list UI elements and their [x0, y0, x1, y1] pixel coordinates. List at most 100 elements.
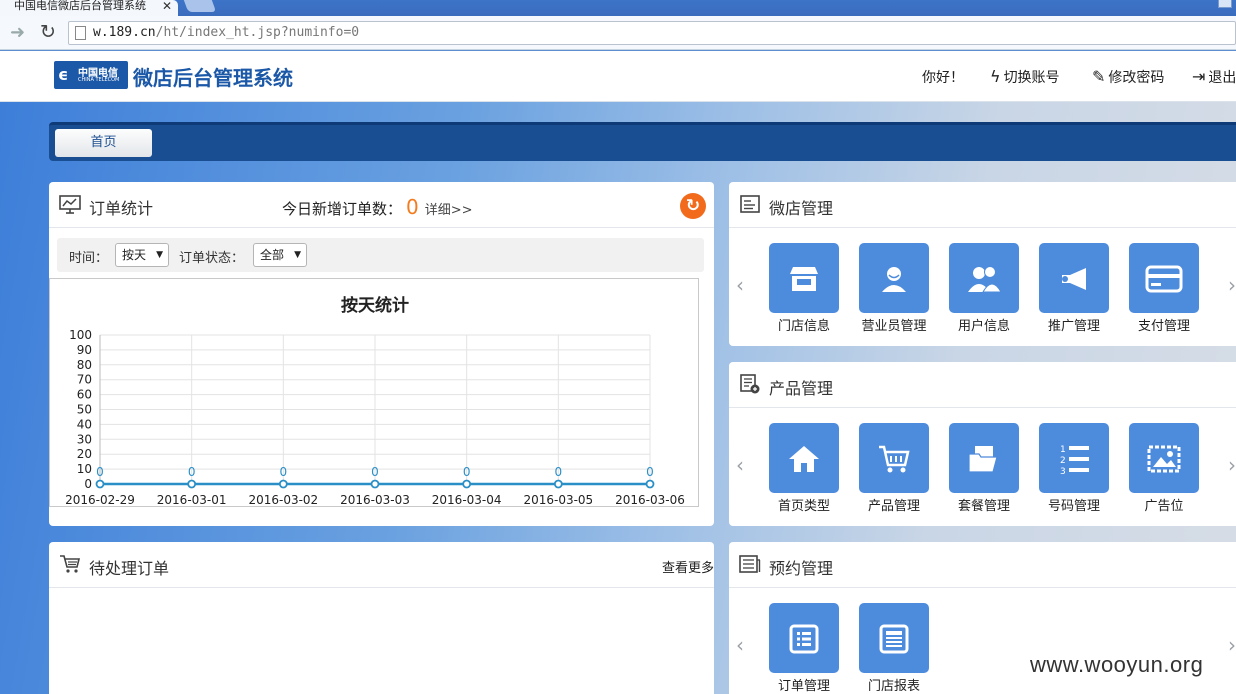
x-tick-label: 2016-03-04: [432, 493, 502, 507]
chart-plot: 01020304050607080901002016-02-29 2016-03-…: [65, 328, 685, 507]
tile-number-management[interactable]: 123 号码管理: [1039, 423, 1109, 514]
switch-account-label: 切换账号: [1003, 70, 1060, 86]
tile-label: 广告位: [1144, 499, 1184, 514]
svg-text:2: 2: [1060, 456, 1066, 466]
tile-label: 推广管理: [1047, 319, 1100, 334]
switch-account-link[interactable]: ϟ 切换账号: [990, 67, 1060, 87]
chevron-left-icon[interactable]: ‹: [736, 453, 744, 477]
chevron-left-icon[interactable]: ‹: [736, 633, 744, 657]
tile-label: 门店报表: [867, 679, 920, 694]
data-label: 0: [371, 465, 379, 479]
booking-management-header: 预约管理: [729, 542, 1236, 588]
product-management-panel: 产品管理 ‹ › 首页类型 产品管理 套餐管理 123 号码管理 广告位: [729, 362, 1236, 526]
pending-orders-header: 待处理订单 查看更多: [49, 542, 714, 588]
telecom-logo-icon: ϵ: [58, 65, 69, 84]
new-tab-button[interactable]: [183, 0, 217, 12]
y-tick-label: 80: [77, 358, 92, 372]
tile-user-info[interactable]: 用户信息: [949, 243, 1019, 334]
data-point: [187, 479, 197, 489]
y-tick-label: 70: [77, 373, 92, 387]
tile-label: 套餐管理: [957, 499, 1010, 514]
details-link[interactable]: 详细>>: [425, 203, 473, 218]
y-tick-label: 30: [77, 432, 92, 446]
x-tick-label: 2016-02-29: [65, 493, 135, 507]
browser-toolbar: ➜ ↻ w.189.cn/ht/index_ht.jsp?numinfo=0: [0, 16, 1236, 50]
booking-management-title: 预约管理: [769, 559, 834, 578]
close-icon[interactable]: ✕: [162, 0, 172, 12]
tile-label: 产品管理: [867, 499, 920, 514]
shop-management-header: 微店管理: [729, 182, 1236, 228]
tile-store-report[interactable]: 门店报表: [859, 603, 929, 694]
y-tick-label: 40: [77, 417, 92, 431]
tile-ad-slot[interactable]: 广告位: [1129, 423, 1199, 514]
store-icon: [769, 243, 839, 313]
x-tick-label: 2016-03-03: [340, 493, 410, 507]
today-label: 今日新增订单数：: [282, 200, 403, 218]
document-list-icon: [739, 194, 761, 214]
tile-label: 支付管理: [1137, 319, 1190, 334]
chevron-right-icon[interactable]: ›: [1228, 453, 1236, 477]
pending-orders-panel: 待处理订单 查看更多: [49, 542, 714, 694]
logout-link[interactable]: ⇥ 退出: [1192, 67, 1236, 87]
tile-package-management[interactable]: 套餐管理: [949, 423, 1019, 514]
svg-text:3: 3: [1060, 467, 1066, 476]
change-password-link[interactable]: ✎ 修改密码: [1092, 67, 1164, 87]
x-tick-label: 2016-03-05: [523, 493, 593, 507]
users-icon: [949, 243, 1019, 313]
browser-tab[interactable]: 中国电信微店后台管理系统 ✕: [0, 0, 178, 16]
see-more-link[interactable]: 查看更多: [662, 557, 714, 576]
x-tick-label: 2016-03-01: [157, 493, 227, 507]
y-tick-label: 100: [69, 328, 92, 342]
tile-product-management[interactable]: 产品管理: [859, 423, 929, 514]
data-label: 0: [188, 465, 196, 479]
system-title: 微店后台管理系统: [133, 66, 293, 90]
order-list-icon: [769, 603, 839, 673]
product-management-title: 产品管理: [769, 379, 834, 398]
daily-chart: 按天统计 0 10 20 30 40 50 60 70 80 90 100 2016-02-29 201…: [49, 278, 699, 507]
refresh-icon[interactable]: ↻: [680, 193, 706, 219]
tile-store-info[interactable]: 门店信息: [769, 243, 839, 334]
order-stats-title: 订单统计: [89, 199, 154, 218]
breadcrumb-bar: 首页: [49, 122, 1236, 161]
forward-arrow-icon[interactable]: ➜: [10, 22, 25, 43]
card-icon: [1129, 243, 1199, 313]
numbered-list-icon: 123: [1039, 423, 1109, 493]
tab-home[interactable]: 首页: [55, 129, 152, 157]
order-stats-panel: 订单统计 今日新增订单数： 0 详细>> ↻ 时间： 按天 ▼ 订单状态： 全部 ▼ 按…: [49, 182, 714, 526]
y-tick-label: 50: [77, 403, 92, 417]
dropdown-arrow-icon: ▼: [294, 250, 301, 260]
logout-label: 退出: [1208, 70, 1236, 86]
product-management-header: 产品管理: [729, 362, 1236, 408]
shop-management-title: 微店管理: [769, 199, 834, 218]
clerk-icon: [859, 243, 929, 313]
time-select[interactable]: 按天 ▼: [115, 243, 169, 267]
logo-en-text: CHINA TELECOM: [78, 77, 120, 83]
tile-label: 首页类型: [777, 499, 830, 514]
dropdown-arrow-icon: ▼: [156, 250, 163, 260]
window-button[interactable]: [1218, 0, 1232, 8]
x-tick-label: 2016-03-02: [248, 493, 318, 507]
chevron-right-icon[interactable]: ›: [1228, 273, 1236, 297]
tile-payment[interactable]: 支付管理: [1129, 243, 1199, 334]
data-point: [278, 479, 288, 489]
folder-icon: [949, 423, 1019, 493]
status-select[interactable]: 全部 ▼: [253, 243, 307, 267]
time-select-value: 按天: [122, 248, 147, 262]
reload-icon[interactable]: ↻: [40, 21, 56, 43]
data-point: [370, 479, 380, 489]
tile-home-type[interactable]: 首页类型: [769, 423, 839, 514]
data-label: 0: [280, 465, 288, 479]
chevron-right-icon[interactable]: ›: [1228, 633, 1236, 657]
tile-promotion[interactable]: 推广管理: [1039, 243, 1109, 334]
tile-label: 营业员管理: [861, 319, 927, 334]
today-count: 0: [406, 195, 419, 219]
tile-order-management[interactable]: 订单管理: [769, 603, 839, 694]
shop-management-panel: 微店管理 ‹ › 门店信息 营业员管理 用户信息 推广管理 支付管理: [729, 182, 1236, 346]
address-bar[interactable]: w.189.cn/ht/index_ht.jsp?numinfo=0: [68, 21, 1236, 45]
newspaper-icon: [739, 554, 761, 574]
tile-clerk-management[interactable]: 营业员管理: [859, 243, 929, 334]
chevron-left-icon[interactable]: ‹: [736, 273, 744, 297]
data-point: [553, 479, 563, 489]
data-label: 0: [96, 465, 104, 479]
y-tick-label: 10: [77, 462, 92, 476]
